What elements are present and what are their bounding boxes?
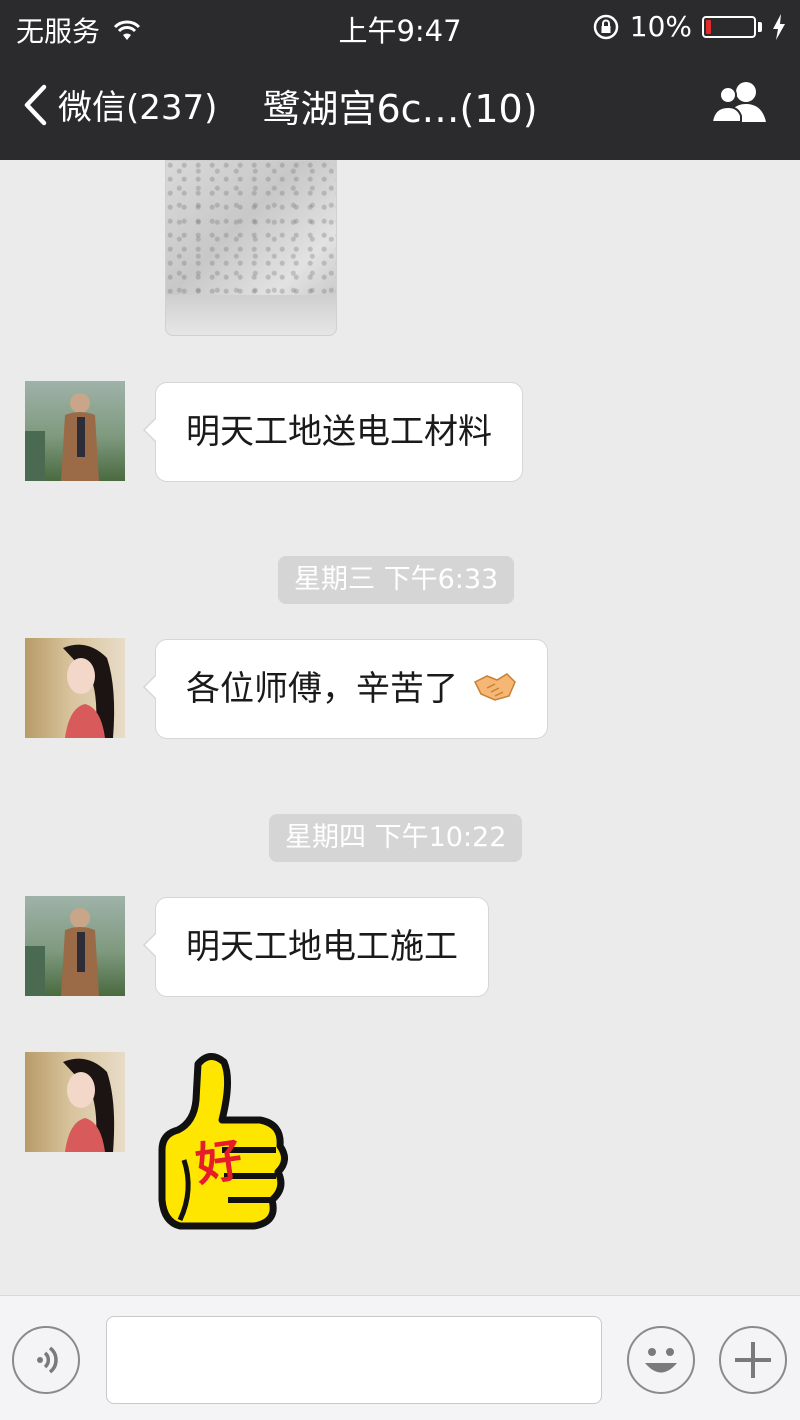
more-button[interactable]: [719, 1326, 787, 1394]
chat-area[interactable]: 明天工地送电工材料 星期三 下午6:33 各位师傅，辛苦了 星期四 下午10:2…: [0, 160, 800, 1295]
message-text: 明天工地送电工材料: [186, 412, 492, 452]
photo-floor: [166, 295, 336, 335]
message-text: 各位师傅，辛苦了: [186, 669, 458, 709]
sticker-text: 好: [191, 1132, 245, 1192]
timestamp-text: 星期三 下午6:33: [294, 564, 499, 595]
charging-bolt-icon: [773, 13, 785, 40]
chat-title: 鹭湖宫6c…(10): [262, 87, 538, 131]
battery-level-fill: [706, 19, 711, 34]
woman-portrait: [63, 644, 115, 738]
nav-bar: 微信(237) 鹭湖宫6c…(10): [0, 52, 800, 160]
handshake-icon: [473, 673, 516, 701]
timestamp-text: 星期四 下午10:22: [285, 822, 507, 853]
emoji-button[interactable]: [627, 1326, 695, 1394]
status-bar: 无服务 上午9:47 10%: [0, 0, 800, 52]
voice-icon: [37, 1346, 58, 1374]
avatar-woman[interactable]: [25, 638, 125, 738]
image-message[interactable]: [165, 160, 337, 336]
man-portrait: [25, 908, 99, 996]
voice-button[interactable]: [12, 1326, 80, 1394]
message-bubble[interactable]: 明天工地送电工材料: [143, 382, 523, 482]
battery-tip: [758, 21, 762, 32]
avatar-man[interactable]: [25, 896, 125, 996]
plus-icon: [735, 1342, 771, 1378]
avatar-man[interactable]: [25, 381, 125, 481]
message-bubble[interactable]: 明天工地电工施工: [143, 897, 489, 997]
message-bubble[interactable]: 各位师傅，辛苦了: [143, 639, 548, 739]
avatar-woman[interactable]: [25, 1052, 125, 1152]
status-right: 10%: [592, 10, 786, 43]
battery-icon: [702, 15, 756, 38]
message-text: 明天工地电工施工: [186, 927, 458, 967]
message-input[interactable]: [106, 1316, 602, 1404]
woman-portrait: [63, 1058, 115, 1152]
timestamp-pill: 星期三 下午6:33: [278, 556, 515, 604]
battery-percent: 10%: [629, 10, 692, 43]
timestamp-pill: 星期四 下午10:22: [269, 814, 523, 862]
group-members-icon[interactable]: [708, 78, 772, 128]
rotation-lock-icon: [593, 14, 619, 39]
input-bar: [0, 1295, 800, 1420]
man-portrait: [25, 393, 99, 481]
thumbs-up-sticker[interactable]: 好: [150, 1050, 295, 1235]
smiley-icon: [645, 1348, 677, 1373]
